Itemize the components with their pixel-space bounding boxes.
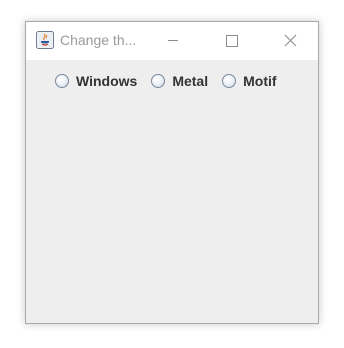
radio-windows[interactable]: Windows <box>55 73 137 89</box>
app-window: Change th... Windows Metal Motif <box>25 21 319 324</box>
content-panel: Windows Metal Motif <box>26 60 318 323</box>
radio-button-icon[interactable] <box>55 74 69 88</box>
java-app-icon[interactable] <box>36 31 54 49</box>
radio-metal[interactable]: Metal <box>151 73 208 89</box>
close-button[interactable] <box>267 22 313 60</box>
radio-button-icon[interactable] <box>222 74 237 88</box>
window-title: Change th... <box>60 32 137 48</box>
radio-button-icon[interactable] <box>151 74 166 88</box>
radio-label-motif[interactable]: Motif <box>243 73 276 89</box>
radio-label-windows[interactable]: Windows <box>76 73 137 89</box>
maximize-icon <box>226 35 238 47</box>
title-bar[interactable]: Change th... <box>26 22 318 60</box>
radio-motif[interactable]: Motif <box>222 73 277 89</box>
look-and-feel-radio-group: Windows Metal Motif <box>55 73 291 89</box>
radio-label-metal[interactable]: Metal <box>172 73 208 89</box>
close-icon <box>284 34 297 47</box>
minimize-button[interactable] <box>150 22 196 60</box>
maximize-button[interactable] <box>208 22 254 60</box>
minimize-icon <box>168 40 178 41</box>
